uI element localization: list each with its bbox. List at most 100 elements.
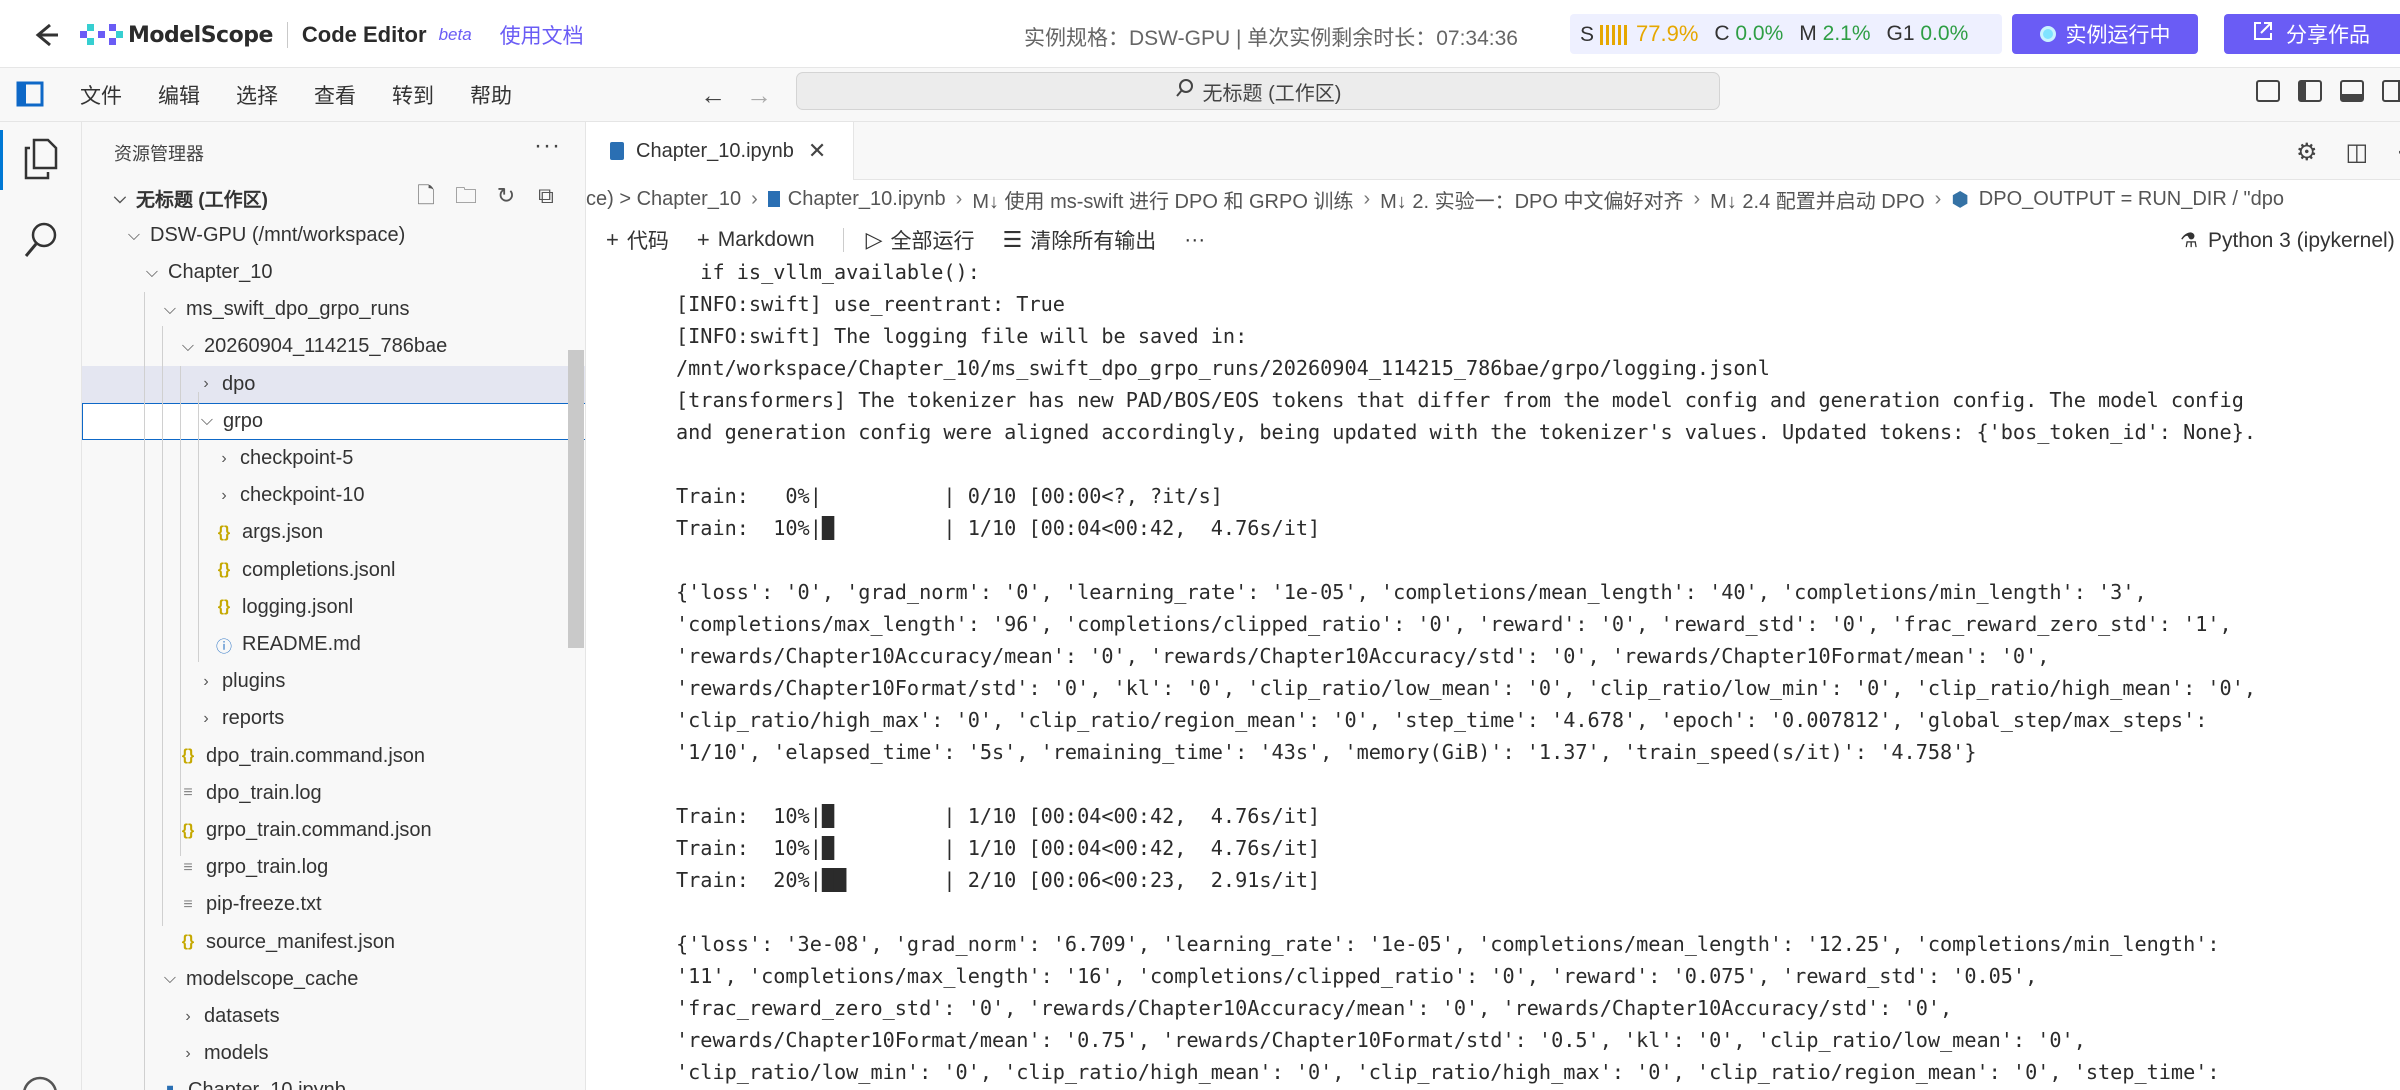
command-center[interactable]: 无标题 (工作区) [796, 72, 1720, 110]
menu-view[interactable]: 查看 [314, 80, 356, 110]
tree-item[interactable]: ⌵ modelscope_cache [82, 961, 585, 998]
tree-item[interactable]: ⌵ 20260904_114215_786bae [82, 328, 585, 365]
tree-item-label: logging.jsonl [242, 595, 354, 618]
vscode-menu-icon[interactable] [16, 80, 44, 108]
toggle-primary-sidebar-icon[interactable] [2298, 80, 2322, 102]
clear-outputs-button[interactable]: ☰ 清除所有输出 [1003, 225, 1157, 255]
tree-item[interactable]: {} source_manifest.json [82, 924, 585, 961]
menu-file[interactable]: 文件 [80, 80, 122, 110]
tree-item[interactable]: {} args.json [82, 514, 585, 551]
tree-item[interactable]: ⌵ ms_swift_dpo_grpo_runs [82, 291, 585, 328]
product-name: Code Editor [301, 22, 427, 47]
tree-item[interactable]: ⓘ README.md [82, 626, 585, 663]
add-code-button[interactable]: + 代码 [606, 225, 669, 255]
tree-item[interactable]: ▮ Chapter_10.ipynb [82, 1072, 585, 1090]
tree-item-label: source_manifest.json [206, 930, 395, 953]
plus-icon: + [696, 227, 710, 252]
tree-item[interactable]: {} dpo_train.command.json [82, 738, 585, 775]
breadcrumb-separator-icon: › [1934, 187, 1942, 210]
notebook-file-icon: ▮ [160, 1081, 180, 1090]
collapse-all-icon[interactable]: ⧉ [534, 184, 558, 208]
toolbar-more-button[interactable]: ··· [1184, 228, 1205, 252]
tree-item[interactable]: › checkpoint-10 [82, 477, 585, 514]
active-indicator [0, 130, 3, 190]
storage-bars-icon [1600, 25, 1631, 46]
tree-item[interactable]: › checkpoint-5 [82, 440, 585, 477]
tree-item-label: reports [222, 707, 285, 730]
breadcrumb-item[interactable]: Chapter_10.ipynb [788, 188, 946, 211]
tree-item-label: Chapter_10 [168, 261, 273, 283]
docs-link[interactable]: 使用文档 [500, 20, 584, 50]
more-actions-icon[interactable]: ··· [2396, 138, 2400, 167]
run-all-button[interactable]: ▷ 全部运行 [866, 225, 975, 255]
tree-item-label: models [204, 1042, 269, 1065]
breadcrumb-item[interactable]: ce) > Chapter_10 [586, 188, 741, 211]
chevron-down-icon: ⌵ [200, 412, 214, 430]
menu-selection[interactable]: 选择 [236, 80, 278, 110]
breadcrumb-item[interactable]: M↓ 2.4 配置并启动 DPO [1710, 185, 1924, 214]
add-markdown-button[interactable]: + Markdown [697, 227, 815, 253]
chevron-right-icon: › [203, 709, 209, 727]
new-folder-icon[interactable]: 🗀 [454, 184, 478, 208]
toggle-secondary-sidebar-icon[interactable] [2382, 80, 2400, 102]
tree-root[interactable]: ⌵ DSW-GPU (/mnt/workspace) [82, 217, 585, 254]
back-arrow-icon[interactable] [28, 17, 64, 53]
indent-guide [198, 392, 199, 662]
nav-back-icon[interactable]: ← [700, 80, 726, 111]
new-file-icon[interactable]: 🗋 [414, 184, 438, 208]
text-file-icon: ≡ [183, 858, 193, 876]
menu-edit[interactable]: 编辑 [158, 80, 200, 110]
tree-item[interactable]: {} logging.jsonl [82, 589, 585, 626]
tree-item[interactable]: › dpo [82, 365, 585, 403]
nav-forward-icon[interactable]: → [746, 80, 772, 111]
refresh-icon[interactable]: ↻ [494, 184, 518, 208]
share-button[interactable]: 分享作品 [2224, 14, 2400, 54]
split-editor-icon[interactable]: ◫ [2346, 138, 2369, 167]
kernel-icon: ⚗ [2180, 230, 2198, 252]
run-button-label: 实例运行中 [2065, 24, 2171, 47]
breadcrumb-item[interactable]: DPO_OUTPUT = RUN_DIR / "dpo [1979, 188, 2284, 211]
tree-item[interactable]: ⌵ Chapter_10 [82, 254, 585, 291]
json-file-icon: {} [217, 561, 231, 579]
tree-item[interactable]: ≡ grpo_train.log [82, 849, 585, 886]
command-center-label: 无标题 (工作区) [1202, 82, 1342, 105]
search-sidebar-icon[interactable] [22, 220, 60, 265]
tree-item[interactable]: {} completions.jsonl [82, 552, 585, 589]
settings-gear-icon[interactable]: ⚙ [2296, 138, 2318, 167]
tree-item[interactable]: › models [82, 1035, 585, 1072]
tree-item[interactable]: {} grpo_train.command.json [82, 812, 585, 849]
kernel-picker[interactable]: ⚗ Python 3 (ipykernel) [2180, 228, 2395, 253]
menu-help[interactable]: 帮助 [470, 80, 512, 110]
tree-item-label: 20260904_114215_786bae [204, 335, 448, 358]
explorer-scrollbar[interactable] [568, 350, 584, 648]
toolbar-divider [842, 228, 844, 252]
breadcrumb-separator-icon: › [1363, 187, 1371, 210]
notebook-toolbar: + 代码 + Markdown ▷ 全部运行 ☰ 清除所有输出 ··· ⚗ Python… [586, 220, 2400, 260]
tree-item-label: grpo_train.log [206, 856, 329, 879]
menu-go[interactable]: 转到 [392, 80, 434, 110]
toggle-panel-icon[interactable] [2340, 80, 2364, 102]
tab-chapter-10-notebook[interactable]: Chapter_10.ipynb ✕ [586, 122, 854, 180]
activity-bar [0, 122, 82, 1090]
tree-item[interactable]: › reports [82, 700, 585, 737]
tree-item[interactable]: › datasets [82, 998, 585, 1035]
breadcrumb-item[interactable]: M↓ 使用 ms-swift 进行 DPO 和 GRPO 训练 [972, 185, 1353, 214]
tree-item-label: checkpoint-5 [240, 447, 354, 469]
tree-item-label: grpo_train.command.json [206, 819, 432, 841]
share-icon [2252, 20, 2274, 48]
breadcrumb-item[interactable]: M↓ 2. 实验一：DPO 中文偏好对齐 [1380, 185, 1683, 214]
instance-running-button[interactable]: 实例运行中 [2012, 14, 2198, 54]
customize-layout-icon[interactable] [2256, 80, 2280, 102]
tree-item[interactable]: ≡ pip-freeze.txt [82, 886, 585, 923]
tree-item[interactable]: › plugins [82, 663, 585, 700]
tree-item[interactable]: ≡ dpo_train.log [82, 775, 585, 812]
tree-item[interactable]: ⌵ grpo [82, 402, 585, 440]
close-icon[interactable]: ✕ [808, 138, 826, 164]
tree-item-label: dpo_train.log [206, 781, 322, 804]
tree-item-label: plugins [222, 670, 286, 693]
explorer-files-icon[interactable] [22, 138, 60, 185]
tree-item-label: Chapter_10.ipynb [188, 1079, 346, 1090]
more-actions-icon[interactable]: ··· [534, 132, 561, 160]
modelscope-logo[interactable]: ModelScope Code Editor beta 使用文档 [80, 18, 584, 52]
account-icon[interactable] [20, 1074, 60, 1090]
